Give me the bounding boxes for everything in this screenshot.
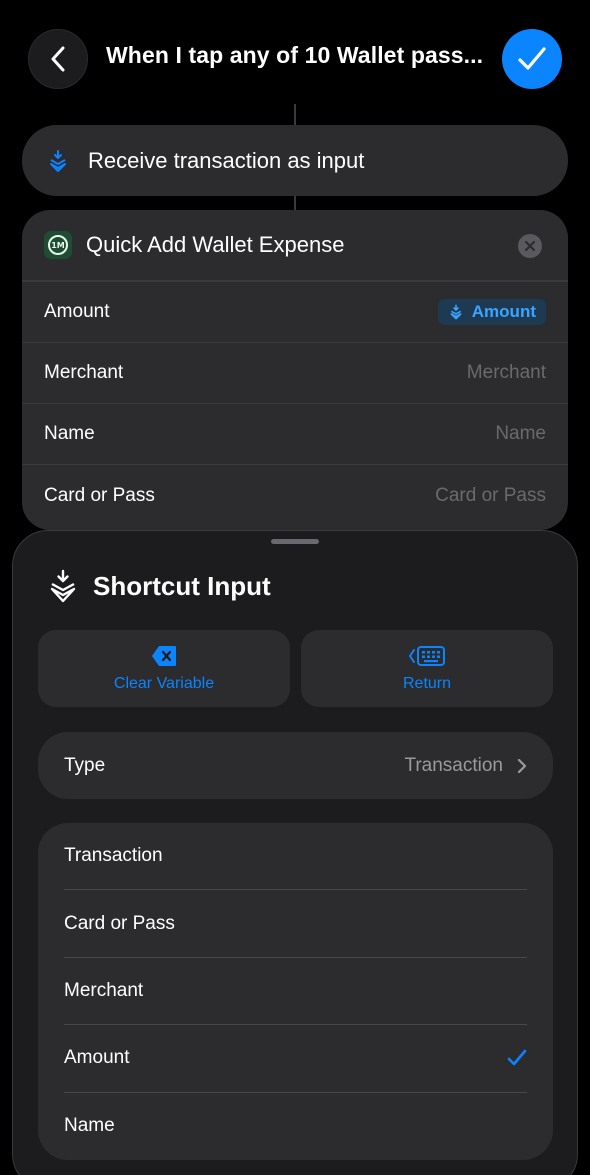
param-label: Amount <box>44 301 110 322</box>
done-button[interactable] <box>502 29 562 89</box>
flow-connector <box>294 104 296 126</box>
shortcut-input-icon <box>50 149 66 172</box>
list-item-transaction[interactable]: Transaction <box>64 823 527 891</box>
param-row-name[interactable]: Name Name <box>22 404 568 465</box>
keyboard-return-icon <box>409 645 445 666</box>
app-icon-text: 1M <box>48 235 68 255</box>
shortcut-input-icon <box>50 569 76 603</box>
shortcut-input-sheet: Shortcut Input Clear Variable Return Typ… <box>12 530 578 1175</box>
list-item-card-or-pass[interactable]: Card or Pass <box>64 890 527 958</box>
list-item-merchant[interactable]: Merchant <box>64 958 527 1026</box>
chevron-left-icon <box>51 46 65 72</box>
list-item-label: Merchant <box>64 979 144 1001</box>
clear-variable-label: Clear Variable <box>113 674 215 692</box>
property-list: Transaction Card or Pass Merchant Amount… <box>38 823 553 1160</box>
return-button[interactable]: Return <box>301 630 553 707</box>
checkmark-icon <box>507 1050 527 1066</box>
param-label: Name <box>44 423 95 444</box>
variable-label: Amount <box>471 302 536 321</box>
chevron-right-icon <box>517 758 527 773</box>
sheet-title: Shortcut Input <box>93 570 271 601</box>
list-item-name[interactable]: Name <box>64 1093 527 1160</box>
list-item-label: Amount <box>64 1047 130 1069</box>
remove-action-button[interactable] <box>518 234 542 258</box>
type-value: Transaction <box>404 755 527 777</box>
trigger-card[interactable]: Receive transaction as input <box>22 125 568 196</box>
list-item-label: Card or Pass <box>64 912 175 934</box>
trigger-label: Receive transaction as input <box>88 147 365 173</box>
list-item-label: Transaction <box>64 845 163 867</box>
param-placeholder[interactable]: Name <box>495 423 546 445</box>
param-placeholder[interactable]: Merchant <box>467 362 546 384</box>
action-card: 1M Quick Add Wallet Expense Amount Amoun… <box>22 210 568 530</box>
app-icon: 1M <box>44 231 72 259</box>
checkmark-icon <box>518 47 546 70</box>
shortcut-input-icon <box>450 304 462 320</box>
action-header: 1M Quick Add Wallet Expense <box>22 210 568 282</box>
sheet-grabber[interactable] <box>271 539 319 544</box>
return-label: Return <box>402 674 452 692</box>
sheet-header: Shortcut Input <box>47 569 271 603</box>
param-row-merchant[interactable]: Merchant Merchant <box>22 343 568 404</box>
close-icon <box>524 240 536 252</box>
type-selector[interactable]: Type Transaction <box>38 732 553 799</box>
param-placeholder[interactable]: Card or Pass <box>435 485 546 507</box>
param-row-card-or-pass[interactable]: Card or Pass Card or Pass <box>22 465 568 526</box>
param-label: Merchant <box>44 362 124 383</box>
variable-pill[interactable]: Amount <box>437 299 546 325</box>
list-item-amount[interactable]: Amount <box>64 1025 527 1093</box>
action-title: Quick Add Wallet Expense <box>86 232 345 257</box>
clear-variable-button[interactable]: Clear Variable <box>38 630 290 707</box>
param-label: Card or Pass <box>44 484 155 506</box>
delete-backward-icon <box>152 645 176 666</box>
list-item-label: Name <box>64 1115 115 1137</box>
type-value-text: Transaction <box>404 754 503 776</box>
type-label: Type <box>64 754 106 776</box>
param-row-amount[interactable]: Amount Amount <box>22 282 568 343</box>
top-bar: When I tap any of 10 Wallet pass... <box>0 0 590 118</box>
back-button[interactable] <box>28 29 88 89</box>
shortcut-title[interactable]: When I tap any of 10 Wallet pass... <box>106 42 486 69</box>
